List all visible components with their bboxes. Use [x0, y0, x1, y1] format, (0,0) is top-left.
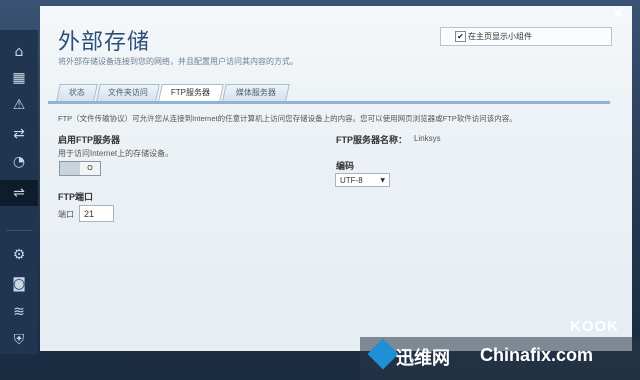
- chinafix-logo-icon: [367, 338, 399, 370]
- server-name-value: Linksys: [414, 134, 441, 143]
- tab-ftp-server[interactable]: FTP服务器: [158, 84, 224, 101]
- encoding-select[interactable]: UTF-8 ▼: [335, 173, 390, 187]
- watermark-brand-en: Chinafix.com: [480, 345, 594, 365]
- devices-icon[interactable]: ⇄: [9, 124, 29, 144]
- kook-watermark: KOOK: [570, 318, 619, 335]
- tab-media-server-label: 媒体服务器: [235, 88, 276, 97]
- show-widget-checkbox[interactable]: ✔: [455, 31, 466, 42]
- close-icon[interactable]: ✕: [610, 6, 626, 22]
- port-input[interactable]: 21: [79, 205, 114, 222]
- show-widget-label: 在主页显示小组件: [468, 32, 532, 41]
- tab-folder-access[interactable]: 文件夹访问: [96, 84, 160, 101]
- encoding-value: UTF-8: [340, 176, 363, 185]
- tab-folder-access-label: 文件夹访问: [107, 88, 148, 97]
- show-widget-option[interactable]: ✔ 在主页显示小组件: [440, 27, 612, 46]
- speed-icon[interactable]: ◔: [9, 152, 29, 172]
- usb-icon[interactable]: ⇌: [9, 183, 29, 203]
- sidebar: ⌂ ▦ ⚠ ⇄ ◔ ⇌ ⚙ ◙ ≋ ⛨: [0, 30, 38, 354]
- tab-bar: 状态 文件夹访问 FTP服务器 媒体服务器: [48, 84, 610, 104]
- sidebar-divider: [6, 230, 32, 231]
- warning-icon[interactable]: ⚠: [9, 95, 29, 115]
- wifi-icon[interactable]: ≋: [9, 302, 29, 322]
- enable-ftp-help: 用于访问Internet上的存储设备。: [58, 149, 174, 158]
- page-title: 外部存储: [58, 29, 151, 54]
- gear-icon[interactable]: ⚙: [9, 245, 29, 265]
- enable-ftp-toggle[interactable]: O: [59, 161, 101, 176]
- port-label: 端口: [58, 210, 74, 219]
- encoding-heading: 编码: [336, 161, 355, 171]
- ftp-port-heading: FTP端口: [58, 192, 93, 202]
- camera-icon[interactable]: ◙: [9, 274, 29, 294]
- tab-ftp-server-label: FTP服务器: [171, 88, 211, 97]
- tab-status-label: 状态: [68, 88, 85, 97]
- shield-icon[interactable]: ⛨: [9, 330, 29, 350]
- chinafix-watermark: 迅维网 Chinafix.com: [360, 337, 640, 380]
- toggle-knob: [60, 162, 80, 175]
- toggle-state-label: O: [87, 165, 93, 172]
- router-icon[interactable]: ⌂: [9, 42, 29, 62]
- server-name-label: FTP服务器名称：: [336, 135, 407, 145]
- tab-media-server[interactable]: 媒体服务器: [222, 84, 290, 101]
- ftp-description: FTP（文件传输协议）可允许您从连接到Internet的任意计算机上访问您存储设…: [58, 114, 517, 123]
- page-subtitle: 将外部存储设备连接到您的网络，并且配置用户访问其内容的方式。: [58, 57, 298, 66]
- chevron-down-icon: ▼: [380, 177, 385, 184]
- enable-ftp-heading: 启用FTP服务器: [58, 135, 120, 145]
- watermark-brand-cn: 迅维网: [396, 348, 450, 369]
- tab-status[interactable]: 状态: [56, 84, 98, 101]
- calendar-icon[interactable]: ▦: [9, 68, 29, 88]
